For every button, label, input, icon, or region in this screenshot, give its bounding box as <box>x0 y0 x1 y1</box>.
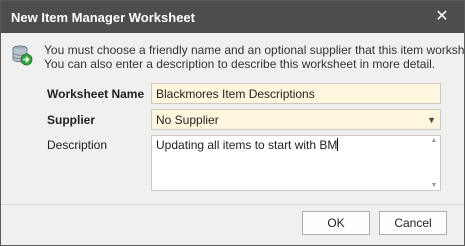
description-label: Description <box>47 138 108 152</box>
scroll-down-icon[interactable]: ▼ <box>431 182 438 189</box>
worksheet-name-label: Worksheet Name <box>47 86 145 101</box>
description-row: Description Updating all items to start … <box>47 135 441 191</box>
supplier-label: Supplier <box>47 112 96 127</box>
dropdown-arrow-icon[interactable]: ▼ <box>427 115 436 125</box>
supplier-row: Supplier No Supplier ▼ <box>47 109 441 130</box>
description-value: Updating all items to start with BM <box>156 138 338 152</box>
scroll-up-icon[interactable]: ▲ <box>431 137 438 144</box>
footer-divider <box>1 204 464 205</box>
description-textarea[interactable]: Updating all items to start with BM ▲ ▼ <box>151 135 441 191</box>
close-button[interactable]: ✕ <box>432 7 452 27</box>
info-text: You must choose a friendly name and an o… <box>44 43 464 71</box>
worksheet-name-input[interactable]: Blackmores Item Descriptions <box>151 83 441 104</box>
worksheet-name-row: Worksheet Name Blackmores Item Descripti… <box>47 83 441 104</box>
text-caret <box>337 138 339 151</box>
supplier-value: No Supplier <box>156 112 219 127</box>
dialog-title: New Item Manager Worksheet <box>11 9 195 25</box>
title-bar: New Item Manager Worksheet ✕ <box>1 1 464 33</box>
worksheet-name-value: Blackmores Item Descriptions <box>156 86 315 101</box>
supplier-dropdown[interactable]: No Supplier ▼ <box>151 109 441 130</box>
ok-button[interactable]: OK <box>302 211 370 235</box>
info-section: You must choose a friendly name and an o… <box>11 43 464 71</box>
dialog-window: New Item Manager Worksheet ✕ You must ch… <box>0 0 465 246</box>
info-line-2: You can also enter a description to desc… <box>44 57 436 71</box>
database-arrow-icon <box>11 44 33 66</box>
info-line-1: You must choose a friendly name and an o… <box>44 43 464 57</box>
cancel-button[interactable]: Cancel <box>379 211 447 235</box>
description-scrollbar[interactable]: ▲ ▼ <box>429 137 439 189</box>
